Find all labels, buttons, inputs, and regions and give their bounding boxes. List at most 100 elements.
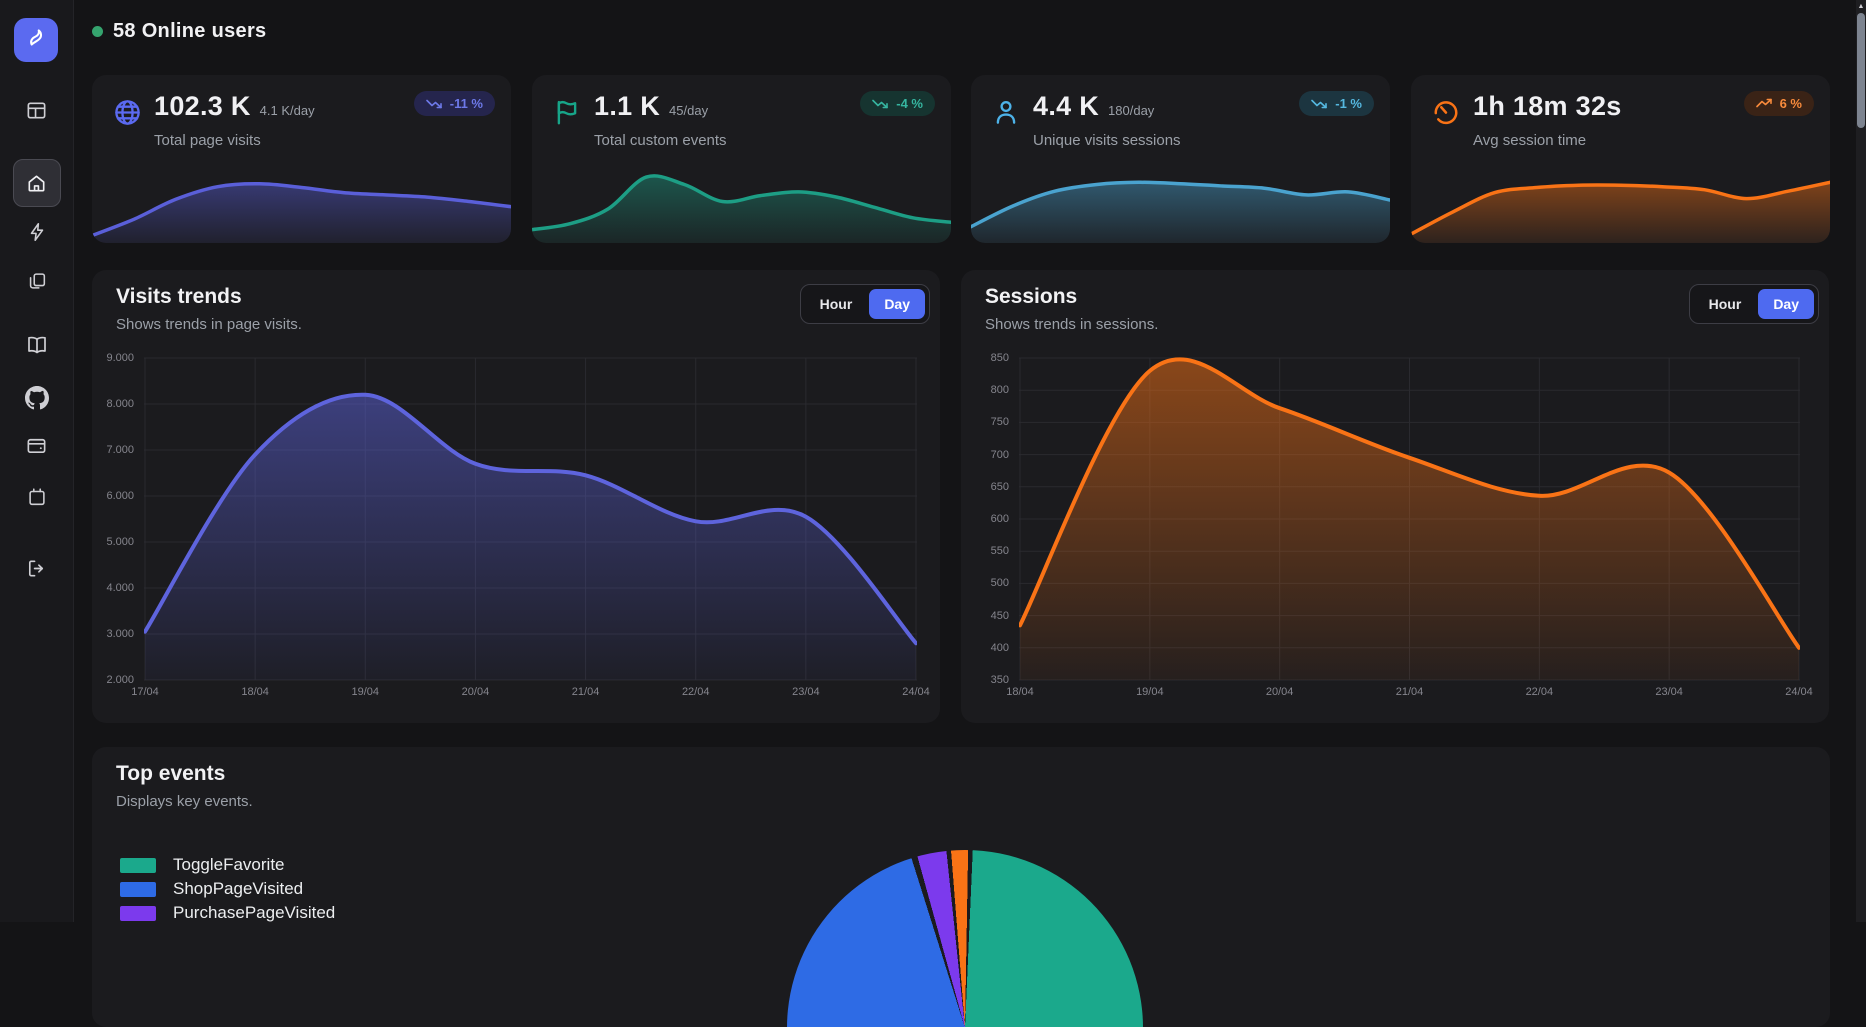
- github-icon: [25, 386, 49, 410]
- user-icon: [991, 97, 1021, 132]
- x-axis-label: 20/04: [1266, 686, 1294, 698]
- y-axis-label: 400: [991, 642, 1009, 654]
- trend-badge-value: 6 %: [1780, 96, 1802, 111]
- app-logo[interactable]: [14, 18, 58, 62]
- scrollbar-thumb[interactable]: [1857, 13, 1865, 128]
- x-axis-label: 19/04: [1136, 686, 1164, 698]
- stat-per-day: 4.1 K/day: [260, 103, 315, 118]
- trend-badge-value: -1 %: [1335, 96, 1362, 111]
- visits-trends-panel: Visits trends Shows trends in page visit…: [92, 270, 940, 723]
- y-axis-label: 750: [991, 416, 1009, 428]
- session-time-sparkline: [1411, 163, 1830, 243]
- calendar-icon: [26, 486, 48, 508]
- y-axis-label: 600: [991, 513, 1009, 525]
- sessions-area-chart: [1019, 357, 1800, 681]
- stat-label: Total custom events: [594, 132, 727, 149]
- timer-icon: [1431, 97, 1461, 132]
- y-axis-label: 2.000: [106, 674, 134, 686]
- sidebar-item-dashboard[interactable]: [14, 87, 60, 133]
- lightning-icon: [26, 221, 48, 243]
- y-axis-labels: 9.0008.0007.0006.0005.0004.0003.0002.000: [98, 357, 144, 681]
- y-axis-label: 6.000: [106, 490, 134, 502]
- book-icon: [25, 333, 49, 357]
- y-axis-labels: 850800750700650600550500450400350: [973, 357, 1019, 681]
- sidebar-item-pages[interactable]: [14, 258, 60, 304]
- trend-badge: 6 %: [1744, 91, 1814, 116]
- trend-up-icon: [1756, 97, 1772, 110]
- sessions-panel: Sessions Shows trends in sessions. Hour …: [961, 270, 1829, 723]
- sidebar-item-events[interactable]: [14, 209, 60, 255]
- stat-value: 102.3 K: [154, 91, 251, 122]
- panel-subtitle: Shows trends in page visits.: [116, 316, 302, 333]
- stat-card-unique-visits-sessions: 4.4 K 180/day Unique visits sessions -1 …: [971, 75, 1390, 243]
- x-axis-label: 19/04: [352, 686, 380, 698]
- scrollbar-track[interactable]: ▲: [1856, 0, 1866, 922]
- panel-title: Visits trends: [116, 285, 242, 309]
- stat-value: 1.1 K: [594, 91, 660, 122]
- legend-swatch: [120, 858, 156, 873]
- copy-icon: [26, 270, 48, 292]
- legend-item[interactable]: ShopPageVisited: [120, 879, 335, 899]
- sidebar-item-home[interactable]: [13, 159, 61, 207]
- y-axis-label: 8.000: [106, 398, 134, 410]
- y-axis-label: 4.000: [106, 582, 134, 594]
- trend-down-icon: [872, 97, 888, 110]
- stat-label: Avg session time: [1473, 132, 1586, 149]
- top-events-panel: Top events Displays key events. ToggleFa…: [92, 747, 1830, 1027]
- online-users-text: 58 Online users: [113, 20, 266, 43]
- y-axis-label: 7.000: [106, 444, 134, 456]
- sidebar-item-calendar[interactable]: [14, 474, 60, 520]
- legend-item[interactable]: PurchasePageVisited: [120, 903, 335, 923]
- sidebar-item-logout[interactable]: [14, 545, 60, 591]
- legend-label: PurchasePageVisited: [173, 903, 335, 923]
- y-axis-label: 9.000: [106, 352, 134, 364]
- stat-card-avg-session-time: 1h 18m 32s Avg session time 6 %: [1411, 75, 1830, 243]
- x-axis-label: 24/04: [1785, 686, 1813, 698]
- toggle-day-button[interactable]: Day: [1758, 289, 1814, 319]
- interval-toggle: Hour Day: [800, 284, 930, 324]
- trend-badge: -1 %: [1299, 91, 1374, 116]
- sidebar-item-billing[interactable]: [14, 422, 60, 468]
- x-axis-label: 21/04: [572, 686, 600, 698]
- sessions-sparkline: [971, 163, 1390, 243]
- panel-subtitle: Displays key events.: [116, 793, 253, 810]
- toggle-day-button[interactable]: Day: [869, 289, 925, 319]
- y-axis-label: 450: [991, 610, 1009, 622]
- legend-label: ToggleFavorite: [173, 855, 285, 875]
- toggle-hour-button[interactable]: Hour: [805, 289, 868, 319]
- x-axis-label: 22/04: [1526, 686, 1554, 698]
- x-axis-label: 22/04: [682, 686, 710, 698]
- x-axis-label: 23/04: [792, 686, 820, 698]
- interval-toggle: Hour Day: [1689, 284, 1819, 324]
- window-icon: [25, 99, 48, 122]
- x-axis-label: 24/04: [902, 686, 930, 698]
- scrollbar-up-arrow[interactable]: ▲: [1856, 0, 1866, 12]
- y-axis-label: 800: [991, 384, 1009, 396]
- y-axis-label: 850: [991, 352, 1009, 364]
- visits-area-chart: [144, 357, 917, 681]
- legend-swatch: [120, 882, 156, 897]
- stat-value: 4.4 K: [1033, 91, 1099, 122]
- pie-legend: ToggleFavorite ShopPageVisited PurchasePag…: [120, 855, 335, 923]
- stat-label: Unique visits sessions: [1033, 132, 1181, 149]
- trend-badge-value: -4 %: [896, 96, 923, 111]
- globe-icon: [112, 97, 143, 133]
- y-axis-label: 650: [991, 481, 1009, 493]
- wallet-icon: [25, 434, 48, 457]
- x-axis-label: 18/04: [241, 686, 269, 698]
- sidebar-item-docs[interactable]: [14, 322, 60, 368]
- online-status-dot: [92, 26, 103, 37]
- stat-card-total-page-visits: 102.3 K 4.1 K/day Total page visits -11 …: [92, 75, 511, 243]
- x-axis-label: 18/04: [1006, 686, 1034, 698]
- logout-icon: [25, 557, 48, 580]
- sidebar-item-github[interactable]: [14, 375, 60, 421]
- x-axis-label: 20/04: [462, 686, 490, 698]
- trend-down-icon: [1311, 97, 1327, 110]
- legend-item[interactable]: ToggleFavorite: [120, 855, 335, 875]
- trend-down-icon: [426, 97, 442, 110]
- sidebar: [0, 0, 74, 922]
- toggle-hour-button[interactable]: Hour: [1694, 289, 1757, 319]
- stat-card-total-custom-events: 1.1 K 45/day Total custom events -4 %: [532, 75, 951, 243]
- custom-events-sparkline: [532, 163, 951, 243]
- home-icon: [25, 172, 48, 195]
